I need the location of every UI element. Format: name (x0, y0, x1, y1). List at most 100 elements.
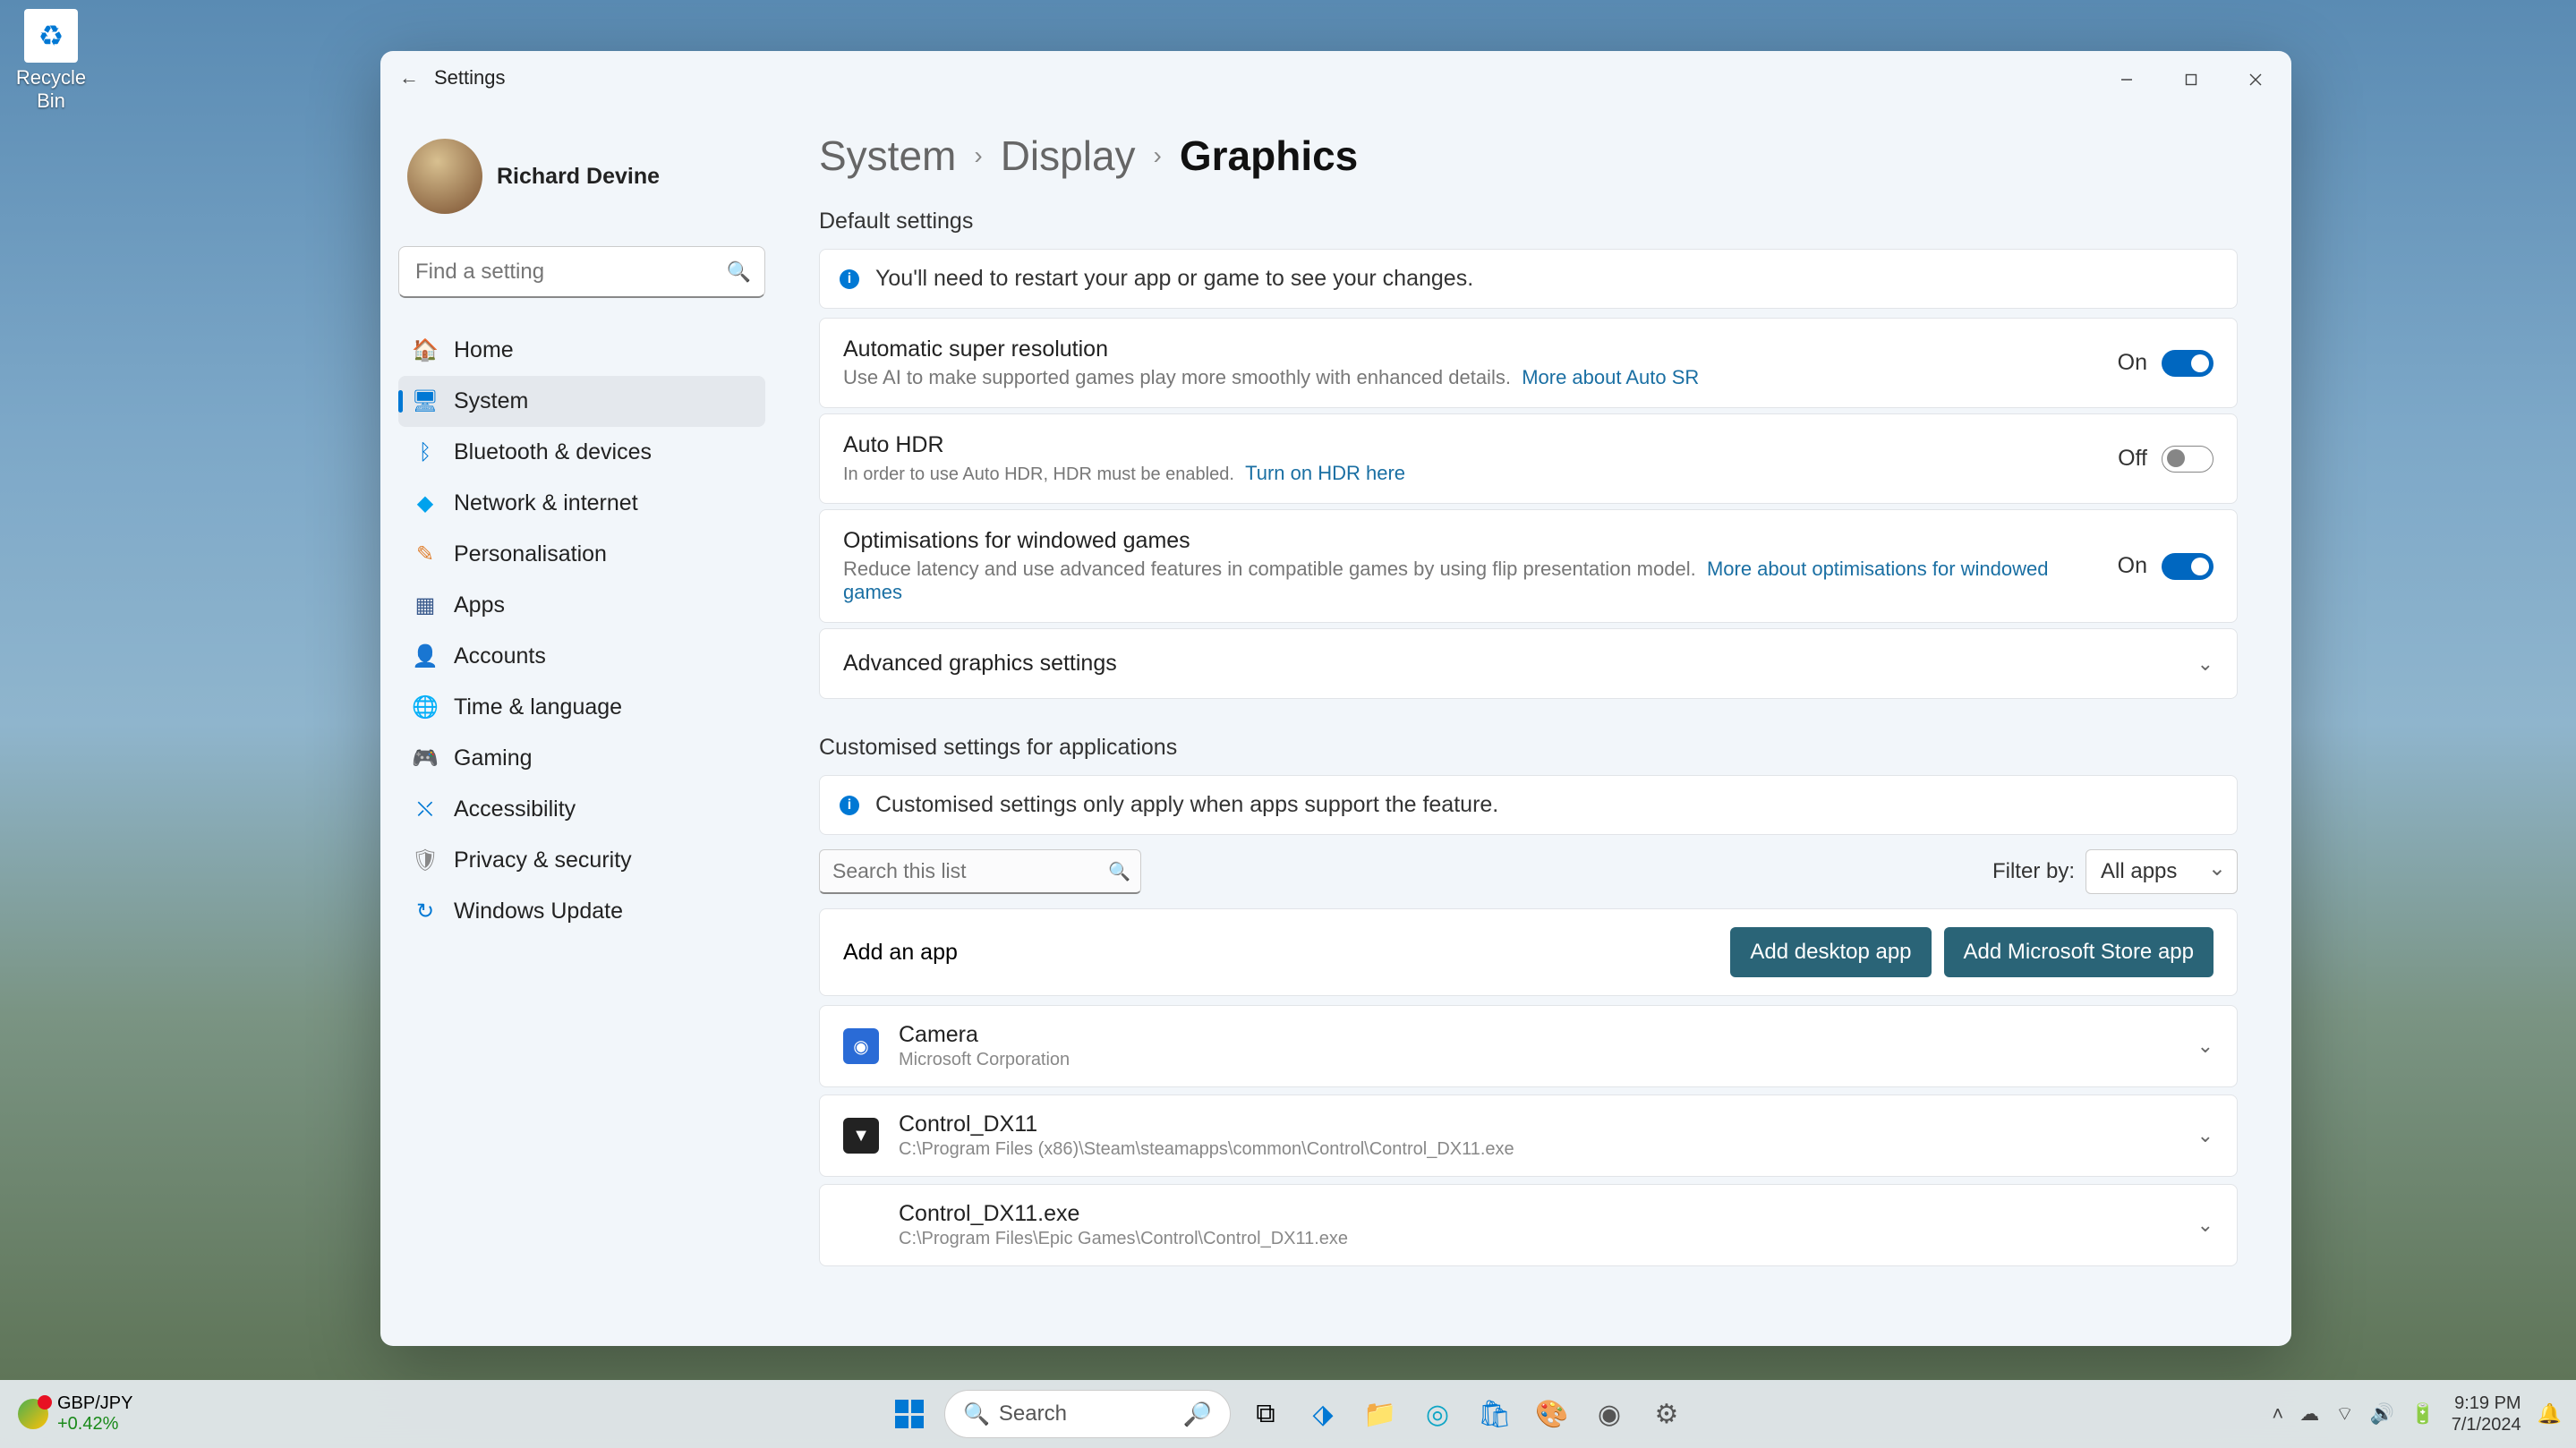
main-content: System › Display › Graphics Default sett… (783, 51, 2291, 1346)
hdr-title: Auto HDR (843, 432, 2100, 458)
nav-label: Apps (454, 592, 505, 618)
sidebar-item-accounts[interactable]: 👤Accounts (398, 631, 765, 682)
info-icon: i (840, 796, 859, 815)
info-icon: i (840, 269, 859, 289)
taskbar-search[interactable]: 🔍 Search 🔎 (944, 1390, 1231, 1438)
list-search-input[interactable] (819, 849, 1141, 894)
custom-info-banner: i Customised settings only apply when ap… (819, 775, 2238, 835)
sidebar-item-time-language[interactable]: 🌐Time & language (398, 682, 765, 733)
asr-state: On (2118, 350, 2147, 376)
maximize-button[interactable] (2159, 55, 2223, 105)
add-app-label: Add an app (843, 940, 1718, 966)
sidebar-item-personalisation[interactable]: ✎Personalisation (398, 529, 765, 580)
nav-label: Privacy & security (454, 848, 632, 873)
search-icon: 🔍 (727, 260, 751, 284)
asr-toggle[interactable] (2162, 350, 2213, 377)
sidebar-item-gaming[interactable]: 🎮Gaming (398, 733, 765, 784)
app-sub: C:\Program Files\Epic Games\Control\Cont… (899, 1229, 2178, 1249)
sidebar-item-network-internet[interactable]: ◆ Network & internet (398, 478, 765, 529)
opt-toggle[interactable] (2162, 553, 2213, 580)
file-explorer-button[interactable]: 📁 (1358, 1392, 1403, 1436)
nav-icon: ◆ (413, 491, 438, 516)
sidebar: Richard Devine 🔍 🏠Home🖥SystemᛒBluetooth … (380, 51, 783, 1346)
chevron-down-icon: ⌄ (2197, 1035, 2213, 1058)
opt-title: Optimisations for windowed games (843, 528, 2100, 554)
add-desktop-app-button[interactable]: Add desktop app (1730, 927, 1931, 977)
minimize-button[interactable] (2094, 55, 2159, 105)
app-row[interactable]: Control_DX11.exeC:\Program Files\Epic Ga… (819, 1184, 2238, 1266)
settings-taskbar-button[interactable]: ⚙ (1644, 1392, 1689, 1436)
app-row[interactable]: ◉ CameraMicrosoft Corporation ⌄ (819, 1005, 2238, 1087)
hdr-toggle[interactable] (2162, 446, 2213, 473)
opt-sub: Reduce latency and use advanced features… (843, 558, 1696, 580)
sidebar-item-bluetooth-devices[interactable]: ᛒBluetooth & devices (398, 427, 765, 478)
app-sub: C:\Program Files (x86)\Steam\steamapps\c… (899, 1139, 2178, 1160)
recycle-bin-label: Recycle Bin (13, 66, 90, 113)
sidebar-item-home[interactable]: 🏠Home (398, 325, 765, 376)
add-store-app-button[interactable]: Add Microsoft Store app (1944, 927, 2213, 977)
stock-symbol: GBP/JPY (57, 1393, 132, 1414)
nav-label: Network & internet (454, 490, 638, 516)
sidebar-item-system[interactable]: 🖥System (398, 376, 765, 427)
app-pin-1[interactable]: 🎨 (1530, 1392, 1574, 1436)
nav-icon: 🛡 (413, 848, 438, 873)
back-button[interactable]: ← (391, 60, 427, 96)
stock-change: +0.42% (57, 1414, 132, 1435)
steam-button[interactable]: ◉ (1587, 1392, 1632, 1436)
sidebar-item-apps[interactable]: ▦ Apps (398, 580, 765, 631)
taskbar-search-label: Search (999, 1401, 1067, 1427)
crumb-display[interactable]: Display (1001, 132, 1136, 180)
nav-label: Gaming (454, 745, 533, 771)
sidebar-item-windows-update[interactable]: ↻Windows Update (398, 886, 765, 937)
edge-button[interactable]: ◎ (1415, 1392, 1460, 1436)
sidebar-item-privacy-security[interactable]: 🛡 Privacy & security (398, 835, 765, 886)
nav-icon: ↻ (413, 899, 438, 924)
chevron-down-icon: ⌄ (2197, 1124, 2213, 1147)
app-name: Camera (899, 1022, 2178, 1048)
close-button[interactable] (2223, 55, 2288, 105)
onedrive-icon[interactable]: ☁ (2299, 1402, 2319, 1426)
user-name: Richard Devine (497, 164, 660, 190)
asr-link[interactable]: More about Auto SR (1522, 366, 1699, 388)
app-icon: ◉ (843, 1028, 879, 1064)
battery-icon[interactable]: 🔋 (2410, 1402, 2435, 1426)
search-input[interactable] (398, 246, 765, 298)
windows-logo-icon (895, 1400, 924, 1428)
avatar (407, 139, 482, 214)
window-title: Settings (434, 66, 506, 89)
notifications-icon[interactable]: 🔔 (2538, 1402, 2562, 1426)
app-row[interactable]: ▼Control_DX11C:\Program Files (x86)\Stea… (819, 1095, 2238, 1177)
nav-icon: ✎ (413, 542, 438, 567)
recycle-bin[interactable]: ♻ Recycle Bin (13, 9, 90, 113)
advanced-graphics-expander[interactable]: Advanced graphics settings ⌄ (819, 628, 2238, 699)
start-button[interactable] (887, 1392, 932, 1436)
breadcrumb: System › Display › Graphics (819, 132, 2238, 180)
store-button[interactable]: 🛍 (1472, 1392, 1517, 1436)
section-title-default: Default settings (819, 209, 2238, 234)
setting-optimisations: Optimisations for windowed games Reduce … (819, 509, 2238, 623)
tray-chevron-up-icon[interactable]: ˄ (2272, 1402, 2283, 1426)
custom-banner-text: Customised settings only apply when apps… (875, 792, 1498, 818)
task-view-button[interactable]: ⧉ (1243, 1392, 1288, 1436)
filter-by-label: Filter by: (1992, 859, 2075, 884)
nav-label: Accounts (454, 643, 546, 669)
nav-label: Accessibility (454, 796, 576, 822)
copilot-button[interactable]: ⬗ (1301, 1392, 1345, 1436)
wifi-icon[interactable]: ⌔ (2335, 1401, 2354, 1427)
hdr-link[interactable]: Turn on HDR here (1245, 462, 1405, 484)
app-sub: Microsoft Corporation (899, 1050, 2178, 1070)
nav-icon: ▦ (413, 593, 438, 618)
nav-icon: 🏠 (413, 338, 438, 363)
nav-label: Time & language (454, 694, 622, 720)
sidebar-item-accessibility[interactable]: ⛌Accessibility (398, 784, 765, 835)
user-account-row[interactable]: Richard Devine (398, 132, 765, 221)
filter-dropdown[interactable]: All apps (2086, 849, 2238, 894)
volume-icon[interactable]: 🔊 (2370, 1402, 2394, 1426)
clock[interactable]: 9:19 PM 7/1/2024 (2452, 1393, 2521, 1435)
crumb-system[interactable]: System (819, 132, 956, 180)
app-icon: ▼ (843, 1118, 879, 1154)
widgets-button[interactable]: GBP/JPY +0.42% (18, 1393, 132, 1435)
hdr-sub: In order to use Auto HDR, HDR must be en… (843, 464, 1234, 484)
clock-date: 7/1/2024 (2452, 1414, 2521, 1435)
setting-asr: Automatic super resolution Use AI to mak… (819, 318, 2238, 408)
